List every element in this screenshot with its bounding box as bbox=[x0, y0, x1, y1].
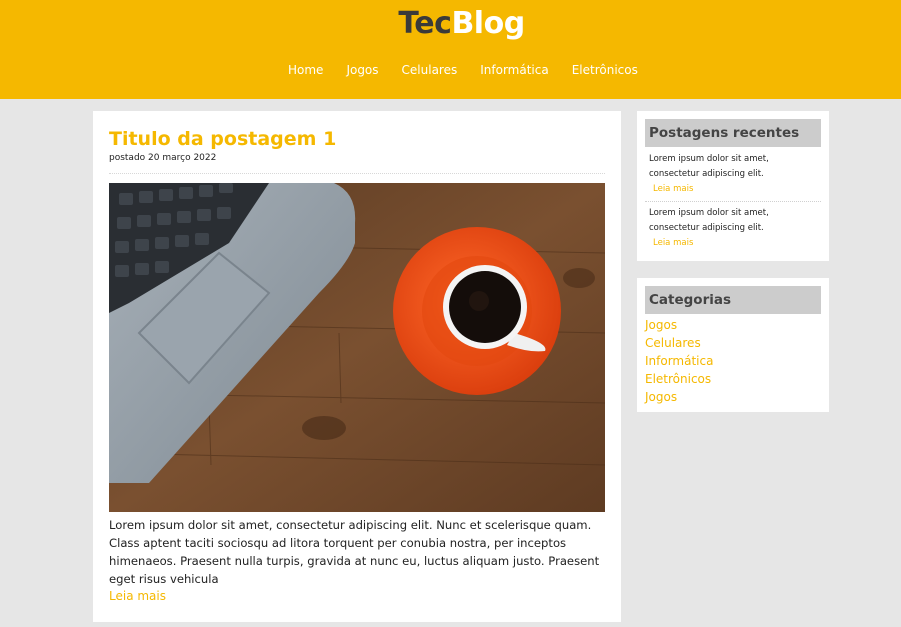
nav-item-home[interactable]: Home bbox=[288, 63, 323, 77]
nav-item-jogos[interactable]: Jogos bbox=[346, 63, 378, 77]
category-link-eletronicos[interactable]: Eletrônicos bbox=[645, 370, 713, 388]
category-link-celulares[interactable]: Celulares bbox=[645, 334, 713, 352]
recent-post-read-more[interactable]: Leia mais bbox=[653, 182, 821, 197]
recent-posts-title: Postagens recentes bbox=[645, 119, 821, 147]
laptop-coffee-photo-icon bbox=[109, 183, 605, 512]
post-image bbox=[109, 183, 605, 512]
post-date: postado 20 março 2022 bbox=[109, 153, 217, 163]
site-header: TecBlog Home Jogos Celulares Informática… bbox=[0, 0, 901, 99]
recent-post-item[interactable]: Lorem ipsum dolor sit amet, consectetur … bbox=[649, 206, 821, 251]
read-more-link[interactable]: Leia mais bbox=[109, 589, 166, 603]
main-nav: Home Jogos Celulares Informática Eletrôn… bbox=[288, 63, 661, 77]
recent-post-text: Lorem ipsum dolor sit amet, consectetur … bbox=[649, 154, 769, 179]
post-title[interactable]: Titulo da postagem 1 bbox=[109, 128, 336, 150]
site-logo[interactable]: TecBlog bbox=[0, 6, 901, 41]
nav-item-eletronicos[interactable]: Eletrônicos bbox=[572, 63, 638, 77]
recent-post-item[interactable]: Lorem ipsum dolor sit amet, consectetur … bbox=[649, 152, 821, 197]
categories-list: Jogos Celulares Informática Eletrônicos … bbox=[645, 316, 713, 406]
recent-post-read-more[interactable]: Leia mais bbox=[653, 236, 821, 251]
recent-posts-divider bbox=[645, 201, 821, 202]
categories-title: Categorias bbox=[645, 286, 821, 314]
recent-post-text: Lorem ipsum dolor sit amet, consectetur … bbox=[649, 208, 769, 233]
nav-item-informatica[interactable]: Informática bbox=[480, 63, 548, 77]
post-card: Titulo da postagem 1 postado 20 março 20… bbox=[93, 111, 621, 622]
category-link-informatica[interactable]: Informática bbox=[645, 352, 713, 370]
recent-posts-widget: Postagens recentes Lorem ipsum dolor sit… bbox=[637, 111, 829, 261]
categories-widget: Categorias Jogos Celulares Informática E… bbox=[637, 278, 829, 412]
nav-item-celulares[interactable]: Celulares bbox=[402, 63, 458, 77]
category-link-jogos-2[interactable]: Jogos bbox=[645, 388, 713, 406]
logo-part-tec: Tec bbox=[398, 6, 452, 41]
logo-part-blog: Blog bbox=[451, 6, 525, 41]
post-excerpt: Lorem ipsum dolor sit amet, consectetur … bbox=[109, 518, 600, 586]
category-link-jogos[interactable]: Jogos bbox=[645, 316, 713, 334]
post-divider bbox=[109, 173, 605, 174]
